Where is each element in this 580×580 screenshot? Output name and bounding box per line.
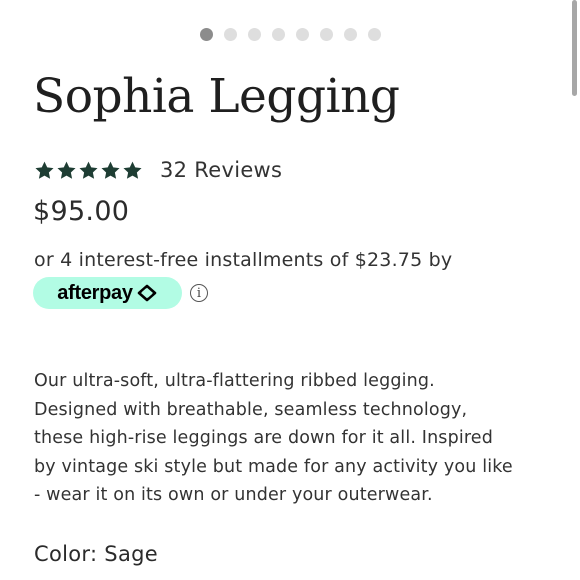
product-rating[interactable]: 32 Reviews	[34, 154, 282, 186]
product-detail-page: Sophia Legging 32 Reviews $95.00 or 4 in…	[0, 0, 580, 580]
afterpay-arrows-icon	[137, 284, 157, 302]
rating-stars	[34, 160, 143, 181]
description-line: Our ultra-soft, ultra-flattering ribbed …	[34, 371, 435, 391]
afterpay-badge[interactable]: afterpay	[33, 277, 182, 309]
carousel-dot-2[interactable]	[224, 28, 237, 41]
carousel-dot-8[interactable]	[368, 28, 381, 41]
carousel-dot-5[interactable]	[296, 28, 309, 41]
carousel-dot-4[interactable]	[272, 28, 285, 41]
description-line: these high-rise leggings are down for it…	[34, 428, 493, 448]
star-icon	[101, 161, 120, 179]
carousel-dot-1[interactable]	[200, 28, 213, 41]
product-title: Sophia Legging	[33, 69, 400, 124]
description-line: by vintage ski style but made for any ac…	[34, 456, 513, 477]
description-line: Designed with breathable, seamless techn…	[34, 399, 468, 420]
carousel-dot-6[interactable]	[320, 28, 333, 41]
star-icon	[35, 161, 54, 179]
reviews-link[interactable]: 32 Reviews	[160, 158, 282, 182]
color-label: Color: Sage	[34, 542, 158, 566]
image-carousel-dots	[200, 28, 381, 41]
star-icon	[123, 161, 142, 179]
product-price: $95.00	[33, 196, 130, 227]
afterpay-row: afterpay i	[33, 277, 208, 309]
star-icon	[57, 161, 76, 179]
afterpay-logo-text: afterpay	[57, 281, 133, 304]
scrollbar[interactable]	[572, 0, 577, 96]
info-icon[interactable]: i	[190, 284, 208, 302]
star-icon	[79, 161, 98, 179]
carousel-dot-3[interactable]	[248, 28, 261, 41]
product-description: Our ultra-soft, ultra-flattering ribbed …	[34, 367, 574, 510]
installments-text: or 4 interest-free installments of $23.7…	[34, 249, 453, 271]
carousel-dot-7[interactable]	[344, 28, 357, 41]
description-line: - wear it on its own or under your outer…	[34, 485, 433, 505]
